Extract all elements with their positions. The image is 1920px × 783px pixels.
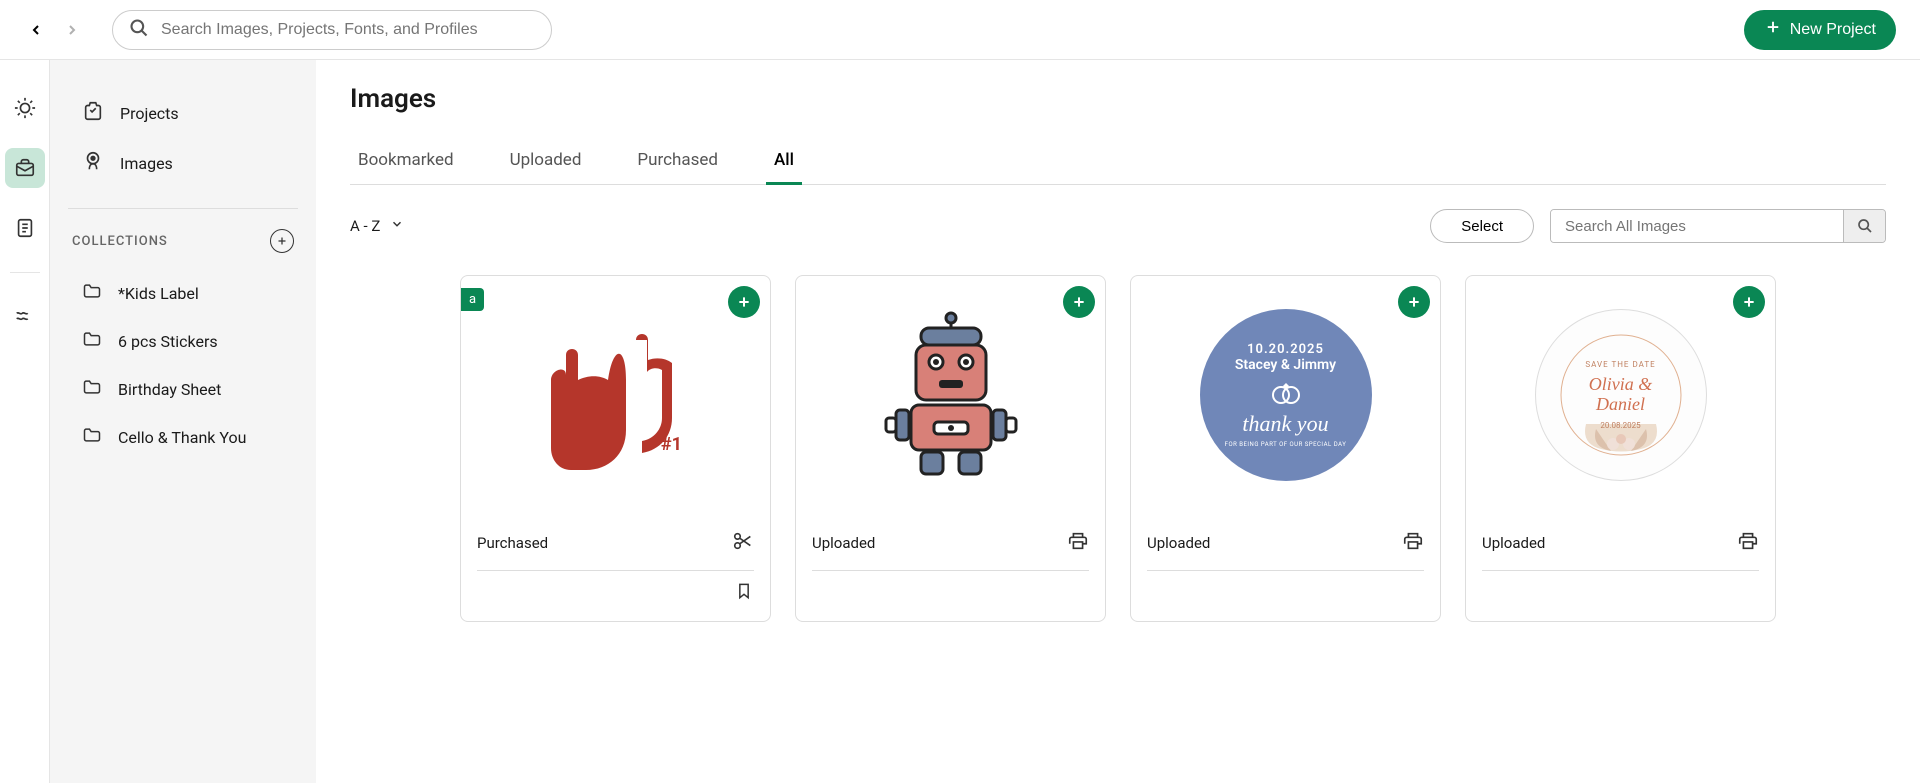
print-icon[interactable] [1402,530,1424,556]
rail-heat[interactable] [5,297,45,337]
search-images-input[interactable] [1551,210,1843,242]
collection-label: Birthday Sheet [118,380,221,399]
images-icon [82,150,104,176]
forward-button[interactable] [60,18,84,42]
bookmark-button[interactable] [734,581,754,605]
chevron-down-icon [390,217,404,235]
add-to-canvas-button[interactable] [728,286,760,318]
select-button[interactable]: Select [1430,209,1534,243]
new-project-button[interactable]: New Project [1744,10,1896,50]
image-card[interactable]: SAVE THE DATEOlivia &Daniel20.08.2025 Up… [1465,275,1776,622]
folder-icon [82,425,102,449]
add-to-canvas-button[interactable] [1398,286,1430,318]
image-card[interactable]: Uploaded [795,275,1106,622]
card-status: Uploaded [1147,534,1210,552]
collections-heading: COLLECTIONS [72,234,168,249]
folder-icon [82,281,102,305]
search-images-button[interactable] [1843,210,1885,242]
card-preview: #1 [461,276,770,514]
card-status: Uploaded [1482,534,1545,552]
collection-label: Cello & Thank You [118,428,246,447]
cut-icon[interactable] [732,530,754,556]
card-status: Purchased [477,534,548,552]
print-icon[interactable] [1067,530,1089,556]
tab-uploaded[interactable]: Uploaded [502,138,590,185]
print-icon[interactable] [1737,530,1759,556]
search-icon [129,18,149,42]
card-status: Uploaded [812,534,875,552]
collection-label: 6 pcs Stickers [118,332,218,351]
card-preview: SAVE THE DATEOlivia &Daniel20.08.2025 [1466,276,1775,514]
collection-item[interactable]: *Kids Label [68,269,298,317]
card-preview [796,276,1105,514]
rail-list[interactable] [5,208,45,248]
card-preview: 10.20.2025Stacey & Jimmythank youFOR BEI… [1131,276,1440,514]
new-project-label: New Project [1790,21,1876,39]
add-to-canvas-button[interactable] [1063,286,1095,318]
svg-text:#1: #1 [661,434,682,455]
folder-icon [82,329,102,353]
card-badge: a [461,288,484,311]
tab-purchased[interactable]: Purchased [629,138,726,185]
global-search[interactable] [112,10,552,50]
sort-dropdown[interactable]: A - Z [350,217,404,235]
back-button[interactable] [24,18,48,42]
collection-item[interactable]: Cello & Thank You [68,413,298,461]
collection-item[interactable]: 6 pcs Stickers [68,317,298,365]
tab-bookmarked[interactable]: Bookmarked [350,138,462,185]
image-card[interactable]: a #1 Purchased [460,275,771,622]
sidebar-item-label: Projects [120,104,179,123]
tab-all[interactable]: All [766,138,802,185]
rail-mystuff[interactable] [5,148,45,188]
collection-label: *Kids Label [118,284,199,303]
collection-item[interactable]: Birthday Sheet [68,365,298,413]
plus-icon [1764,18,1782,41]
page-title: Images [350,84,1886,114]
folder-icon [82,377,102,401]
sort-label: A - Z [350,217,380,235]
sidebar-item-images[interactable]: Images [68,138,298,188]
projects-icon [82,100,104,126]
rail-discover[interactable] [5,88,45,128]
image-card[interactable]: 10.20.2025Stacey & Jimmythank youFOR BEI… [1130,275,1441,622]
sidebar-item-projects[interactable]: Projects [68,88,298,138]
sidebar-item-label: Images [120,154,173,173]
add-collection-button[interactable] [270,229,294,253]
add-to-canvas-button[interactable] [1733,286,1765,318]
global-search-input[interactable] [161,21,535,39]
